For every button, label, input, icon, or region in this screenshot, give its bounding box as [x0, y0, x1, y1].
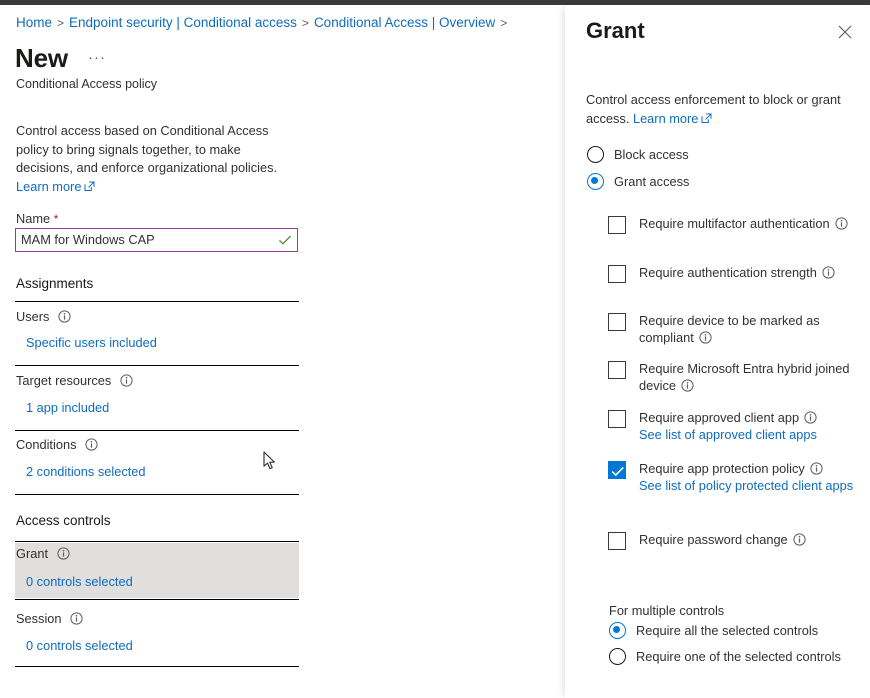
divider	[15, 365, 299, 366]
policy-protected-client-apps-link[interactable]: See list of policy protected client apps	[639, 477, 853, 494]
checkbox-label[interactable]: Require password change	[639, 532, 788, 547]
radio-require-one-of-selected-controls[interactable]: Require one of the selected controls	[609, 648, 841, 665]
radio-label: Block access	[614, 147, 689, 162]
intro-description: Control access based on Conditional Acce…	[16, 122, 296, 196]
external-link-icon	[701, 113, 712, 124]
breadcrumb-item-endpoint-security[interactable]: Endpoint security | Conditional access	[69, 15, 297, 30]
more-options-button[interactable]: ···	[88, 49, 106, 66]
checkbox-label[interactable]: Require multifactor authentication	[639, 216, 830, 231]
breadcrumb-item-home[interactable]: Home	[16, 15, 52, 30]
breadcrumb-separator-icon: >	[302, 16, 309, 30]
checkbox-row-require-password-change[interactable]: Require password change	[608, 531, 856, 550]
info-icon[interactable]	[810, 462, 823, 475]
info-icon[interactable]	[57, 547, 70, 560]
divider	[15, 430, 299, 431]
access-control-row-label-grant: Grant	[16, 546, 70, 561]
radio-require-all-selected-controls[interactable]: Require all the selected controls	[609, 622, 818, 639]
conditional-access-new-policy-screen: Home > Endpoint security | Conditional acc…	[0, 0, 870, 698]
radio-label: Require all the selected controls	[636, 623, 818, 638]
radio-indicator[interactable]	[609, 622, 626, 639]
info-icon[interactable]	[822, 266, 835, 279]
access-control-row-label-session: Session	[16, 611, 83, 626]
checkbox-indicator[interactable]	[608, 265, 626, 283]
checkbox-indicator[interactable]	[608, 361, 626, 379]
checkbox-indicator[interactable]	[608, 461, 626, 479]
divider	[15, 666, 299, 667]
required-marker: *	[54, 212, 59, 226]
checkbox-indicator[interactable]	[608, 216, 626, 234]
assignment-row-value-conditions[interactable]: 2 conditions selected	[26, 464, 146, 479]
panel-description-text: Control access enforcement to block or g…	[586, 92, 841, 126]
name-field-label: Name *	[16, 211, 58, 226]
radio-grant-access[interactable]: Grant access	[587, 173, 689, 190]
assignments-heading: Assignments	[16, 276, 93, 291]
checkbox-indicator[interactable]	[608, 532, 626, 550]
info-icon[interactable]	[681, 379, 694, 392]
checkbox-row-require-approved-client-app[interactable]: Require approved client app See list of …	[608, 409, 856, 443]
breadcrumb-separator-icon: >	[500, 16, 507, 30]
arrow-cursor-icon	[263, 451, 277, 471]
checkbox-label[interactable]: Require authentication strength	[639, 265, 817, 280]
close-icon[interactable]	[832, 19, 858, 45]
checkbox-row-require-entra-hybrid-joined-device[interactable]: Require Microsoft Entra hybrid joined de…	[608, 360, 856, 394]
checkbox-row-require-device-marked-compliant[interactable]: Require device to be marked as compliant	[608, 312, 853, 346]
new-policy-pane: Home > Endpoint security | Conditional acc…	[0, 5, 563, 698]
checkbox-label[interactable]: Require Microsoft Entra hybrid joined de…	[639, 361, 850, 393]
panel-learn-more-link[interactable]: Learn more	[633, 111, 698, 126]
checkbox-indicator[interactable]	[608, 313, 626, 331]
grant-flyout-panel: Grant Control access enforcement to bloc…	[565, 5, 870, 698]
info-icon[interactable]	[699, 331, 712, 344]
radio-indicator[interactable]	[609, 648, 626, 665]
divider	[15, 599, 299, 600]
assignment-row-label-target-resources: Target resources	[16, 373, 133, 388]
panel-description: Control access enforcement to block or g…	[586, 90, 851, 128]
radio-block-access[interactable]: Block access	[587, 146, 689, 163]
access-controls-heading: Access controls	[16, 513, 111, 528]
approved-client-apps-link[interactable]: See list of approved client apps	[639, 426, 817, 443]
breadcrumb-item-conditional-access-overview[interactable]: Conditional Access | Overview	[314, 15, 495, 30]
checkbox-row-require-authentication-strength[interactable]: Require authentication strength	[608, 264, 853, 283]
radio-label: Require one of the selected controls	[636, 649, 841, 664]
page-subtitle: Conditional Access policy	[16, 77, 157, 91]
checkbox-indicator[interactable]	[608, 410, 626, 428]
checkbox-label[interactable]: Require device to be marked as compliant	[639, 313, 820, 345]
checkbox-row-require-app-protection-policy[interactable]: Require app protection policy See list o…	[608, 460, 856, 494]
divider	[15, 301, 299, 302]
info-icon[interactable]	[120, 374, 133, 387]
multiple-controls-title: For multiple controls	[609, 603, 724, 618]
radio-label: Grant access	[614, 174, 689, 189]
info-icon[interactable]	[804, 411, 817, 424]
divider	[15, 494, 299, 495]
info-icon[interactable]	[793, 533, 806, 546]
access-control-row-value-grant[interactable]: 0 controls selected	[26, 574, 133, 589]
info-icon[interactable]	[58, 310, 71, 323]
info-icon[interactable]	[70, 612, 83, 625]
assignment-row-value-target-resources[interactable]: 1 app included	[26, 400, 109, 415]
breadcrumb: Home > Endpoint security | Conditional acc…	[16, 15, 512, 30]
assignment-row-value-users[interactable]: Specific users included	[26, 335, 157, 350]
validation-check-icon	[278, 233, 292, 247]
intro-learn-more-link[interactable]: Learn more	[16, 179, 81, 194]
radio-indicator[interactable]	[587, 146, 604, 163]
info-icon[interactable]	[835, 217, 848, 230]
breadcrumb-separator-icon: >	[57, 16, 64, 30]
panel-title: Grant	[586, 18, 645, 44]
checkbox-row-require-multifactor-authentication[interactable]: Require multifactor authentication	[608, 215, 853, 234]
page-title: New	[15, 43, 68, 74]
name-input-wrapper[interactable]	[15, 228, 298, 252]
radio-indicator[interactable]	[587, 173, 604, 190]
info-icon[interactable]	[85, 438, 98, 451]
assignment-row-label-conditions: Conditions	[16, 437, 98, 452]
divider	[15, 541, 299, 542]
external-link-icon	[84, 181, 95, 192]
checkbox-label[interactable]: Require approved client app	[639, 410, 799, 425]
access-control-row-value-session[interactable]: 0 controls selected	[26, 638, 133, 653]
intro-text: Control access based on Conditional Acce…	[16, 123, 277, 175]
checkbox-label[interactable]: Require app protection policy	[639, 461, 805, 476]
assignment-row-label-users: Users	[16, 309, 71, 324]
name-input[interactable]	[21, 229, 271, 251]
